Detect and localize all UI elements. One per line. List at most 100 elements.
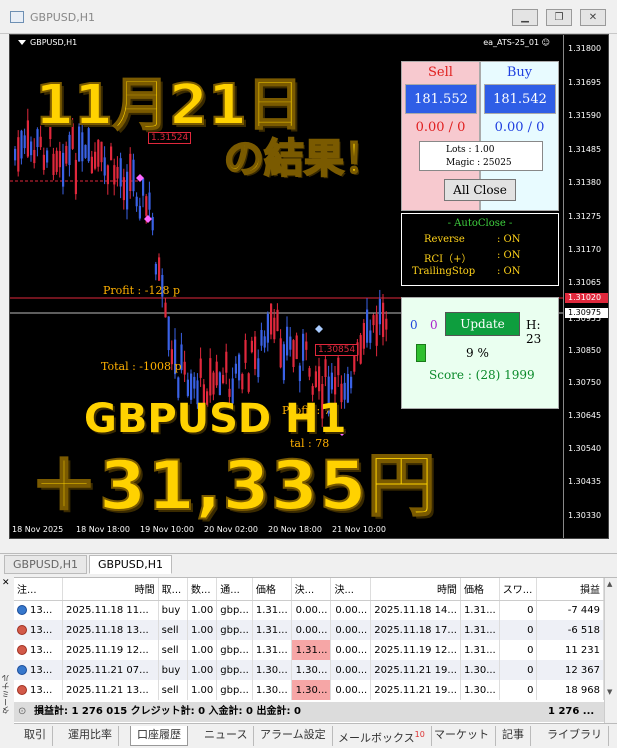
- sell-button[interactable]: 181.552: [405, 84, 477, 114]
- cell-vol: 1.00: [187, 640, 218, 660]
- candle-body: [372, 315, 375, 326]
- cell-tp: 0.00...: [330, 660, 372, 680]
- col-volume[interactable]: 数...: [187, 578, 218, 601]
- sell-ratio: 0.00 / 0: [415, 120, 466, 135]
- cell-price: 1.31...: [252, 620, 292, 640]
- col-tp[interactable]: 決...: [330, 578, 372, 601]
- cell-tp: 0.00...: [330, 620, 372, 640]
- cell-open: 2025.11.18 13...: [62, 620, 159, 640]
- col-close-time[interactable]: 時間: [370, 578, 461, 601]
- lots-text: Lots : 1.00: [446, 145, 495, 155]
- table-row[interactable]: 13... 2025.11.18 13... sell 1.00 gbp... 1.31.…: [14, 620, 604, 640]
- candle-body: [14, 148, 17, 161]
- candle-body: [282, 344, 285, 381]
- terminal-tab[interactable]: 運用比率: [62, 726, 119, 746]
- cell-sym: gbp...: [216, 660, 253, 680]
- autoclose-name: TrailingStop: [412, 266, 476, 277]
- cell-tp: 0.00...: [330, 640, 372, 660]
- candle-body: [103, 157, 106, 176]
- price-tick-label: 1.31065: [568, 278, 602, 287]
- terminal-tab[interactable]: アラーム設定: [254, 726, 333, 746]
- summary-total: 1 276 ...: [548, 706, 595, 717]
- chart-tab-1[interactable]: GBPUSD,H1: [4, 555, 87, 574]
- scroll-down-icon[interactable]: ▼: [607, 688, 612, 696]
- terminal-tab[interactable]: メールボックス10: [332, 726, 432, 746]
- col-order[interactable]: 注...: [14, 578, 63, 601]
- summary-icon: ⊙: [18, 706, 27, 717]
- cell-open: 2025.11.21 13...: [62, 680, 159, 700]
- scroll-up-icon[interactable]: ▲: [607, 580, 612, 588]
- table-row[interactable]: 13... 2025.11.21 07... buy 1.00 gbp... 1.30..…: [14, 660, 604, 680]
- vertical-scrollbar[interactable]: ▲ ▼: [604, 578, 617, 724]
- chart-tab-2[interactable]: GBPUSD,H1: [89, 555, 172, 574]
- candle-body: [334, 377, 337, 395]
- col-sl[interactable]: 決...: [291, 578, 332, 601]
- minimize-button[interactable]: ▁: [512, 9, 538, 26]
- candle-body: [270, 303, 273, 335]
- all-close-button[interactable]: All Close: [444, 179, 516, 201]
- cell-vol: 1.00: [187, 680, 218, 700]
- candle-body: [199, 358, 202, 378]
- buy-title: Buy: [506, 65, 533, 80]
- table-row[interactable]: 13... 2025.11.18 11... buy 1.00 gbp... 1.31..…: [14, 600, 604, 620]
- table-row[interactable]: 13... 2025.11.21 13... sell 1.00 gbp... 1.30.…: [14, 680, 604, 700]
- candle-body: [295, 335, 298, 360]
- terminal-tab[interactable]: 口座履歴: [130, 726, 188, 746]
- candle-body: [65, 145, 68, 164]
- candle-body: [244, 339, 247, 363]
- terminal-tab[interactable]: マーケット: [428, 726, 496, 746]
- buy-button[interactable]: 181.542: [484, 84, 556, 114]
- sell-title: Sell: [428, 65, 453, 80]
- terminal-tab[interactable]: 記事: [496, 726, 531, 746]
- col-open-time[interactable]: 時間: [62, 578, 159, 601]
- table-row[interactable]: 13... 2025.11.19 12... sell 1.00 gbp... 1.31.…: [14, 640, 604, 660]
- terminal-tab[interactable]: 取引: [18, 726, 53, 746]
- candle-body: [346, 373, 349, 403]
- order-id: 13...: [30, 604, 53, 616]
- buy-order-icon: [17, 664, 27, 675]
- buy-order-icon: [17, 604, 27, 615]
- cell-id: 13...: [14, 600, 63, 620]
- terminal-tab[interactable]: ライブラリ: [541, 726, 609, 746]
- mail-badge: 10: [414, 730, 425, 739]
- update-button[interactable]: Update: [445, 312, 520, 336]
- close-button[interactable]: ✕: [580, 9, 606, 26]
- chart-symbol-label[interactable]: GBPUSD,H1: [18, 38, 77, 47]
- candle-body: [90, 156, 93, 174]
- cell-profit: -7 449: [536, 600, 604, 620]
- cell-vol: 1.00: [187, 620, 218, 640]
- restore-button[interactable]: ❐: [546, 9, 572, 26]
- col-symbol[interactable]: 通...: [216, 578, 253, 601]
- lots-magic-field[interactable]: Lots : 1.00 Magic : 25025: [419, 141, 543, 171]
- sell-order-icon: [17, 644, 27, 655]
- chart-window-icon: [10, 11, 24, 23]
- terminal-tab[interactable]: ニュース: [198, 726, 255, 746]
- autoclose-name: RCI（+）: [424, 254, 472, 265]
- candle-body: [362, 323, 365, 349]
- candle-body: [138, 205, 141, 219]
- price-tick-label: 1.31380: [568, 178, 602, 187]
- candle-body: [305, 341, 308, 350]
- autoclose-row-trailing: TrailingStop: ON: [412, 266, 521, 277]
- terminal-close-icon[interactable]: ✕: [2, 578, 12, 588]
- col-profit[interactable]: 損益: [536, 578, 604, 601]
- level-label-2: 1.30854: [315, 344, 359, 356]
- candle-body: [26, 120, 29, 157]
- cell-close: 2025.11.18 14...: [370, 600, 461, 620]
- candle-body: [113, 165, 116, 185]
- col-type[interactable]: 取...: [158, 578, 189, 601]
- candle-body: [247, 373, 250, 392]
- col-price[interactable]: 価格: [252, 578, 292, 601]
- history-table: 注... 時間 取... 数... 通... 価格 決... 決... 時間 価…: [14, 578, 604, 700]
- buy-ratio: 0.00 / 0: [494, 120, 545, 135]
- col-close-price[interactable]: 価格: [460, 578, 500, 601]
- bid-price-tag: 1.31020: [565, 293, 608, 303]
- cell-type: sell: [158, 680, 189, 700]
- ea-name-text: ea_ATS-25_01: [483, 38, 540, 47]
- candle-body: [292, 340, 295, 368]
- autoclose-name: Reverse: [424, 234, 465, 245]
- cell-cprice: 1.31...: [460, 620, 500, 640]
- col-swap[interactable]: スワ...: [499, 578, 538, 601]
- candle-body: [222, 374, 225, 384]
- candle-body: [375, 314, 378, 346]
